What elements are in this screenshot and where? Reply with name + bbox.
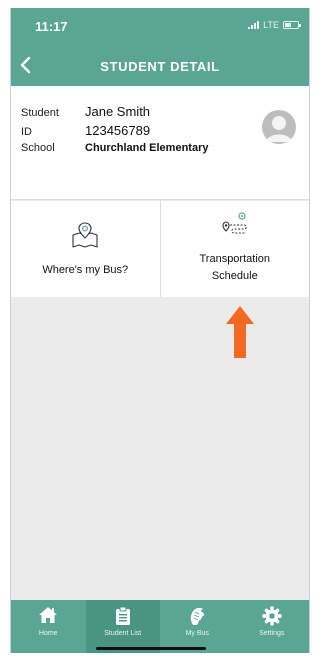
app-frame: 11:17 LTE STUDENT DETAIL Student Jane Sm… — [10, 8, 310, 653]
student-name-label: Student — [21, 107, 59, 119]
student-name-row: Student Jane Smith — [21, 104, 150, 119]
map-pin-icon — [72, 222, 98, 248]
phone-screen: 11:17 LTE STUDENT DETAIL Student Jane Sm… — [0, 0, 313, 656]
wheres-my-bus-tile[interactable]: Where's my Bus? — [11, 201, 160, 297]
home-icon — [39, 607, 58, 623]
student-id-row: ID 123456789 — [21, 123, 150, 138]
tab-home[interactable]: Home — [11, 600, 86, 653]
student-info-card: Student Jane Smith ID 123456789 School C… — [11, 86, 309, 200]
student-name: Jane Smith — [85, 104, 151, 119]
tab-my-bus[interactable]: My Bus — [160, 600, 235, 653]
network-type: LTE — [263, 20, 279, 30]
avatar — [262, 110, 296, 144]
tab-student-list-label: Student List — [104, 630, 142, 637]
student-school-row: School Churchland Elementary — [21, 142, 208, 154]
bus-mascot-icon — [191, 607, 205, 625]
status-time: 11:17 — [35, 19, 68, 34]
signal-icon — [248, 21, 260, 29]
status-bar: 11:17 LTE — [11, 8, 309, 46]
action-tiles: Where's my Bus? Transportation Schedule — [11, 201, 309, 297]
page-title: STUDENT DETAIL — [100, 59, 220, 74]
student-school: Churchland Elementary — [85, 142, 209, 154]
nav-header: STUDENT DETAIL — [11, 46, 309, 86]
clipboard-icon — [115, 606, 130, 625]
transportation-schedule-label-line2: Schedule — [211, 270, 258, 282]
gear-icon — [262, 606, 282, 626]
tab-my-bus-label: My Bus — [185, 630, 209, 637]
student-id: 123456789 — [85, 123, 151, 138]
route-icon — [222, 212, 247, 234]
wheres-my-bus-label: Where's my Bus? — [42, 264, 129, 276]
tab-home-label: Home — [38, 630, 58, 637]
status-indicators: LTE — [248, 20, 301, 30]
transportation-schedule-tile[interactable]: Transportation Schedule — [160, 201, 309, 297]
transportation-schedule-label-line1: Transportation — [199, 253, 271, 265]
bottom-tab-bar: Home Student List My Bus Settings — [11, 600, 309, 653]
tab-student-list[interactable]: Student List — [85, 600, 160, 653]
tab-settings-label: Settings — [259, 630, 285, 637]
arrow-up-icon — [226, 306, 254, 358]
home-indicator[interactable] — [96, 647, 206, 650]
student-id-label: ID — [21, 126, 32, 138]
person-avatar-icon — [266, 116, 292, 142]
battery-icon — [283, 21, 301, 29]
tab-settings[interactable]: Settings — [235, 600, 310, 653]
student-school-label: School — [21, 142, 55, 154]
